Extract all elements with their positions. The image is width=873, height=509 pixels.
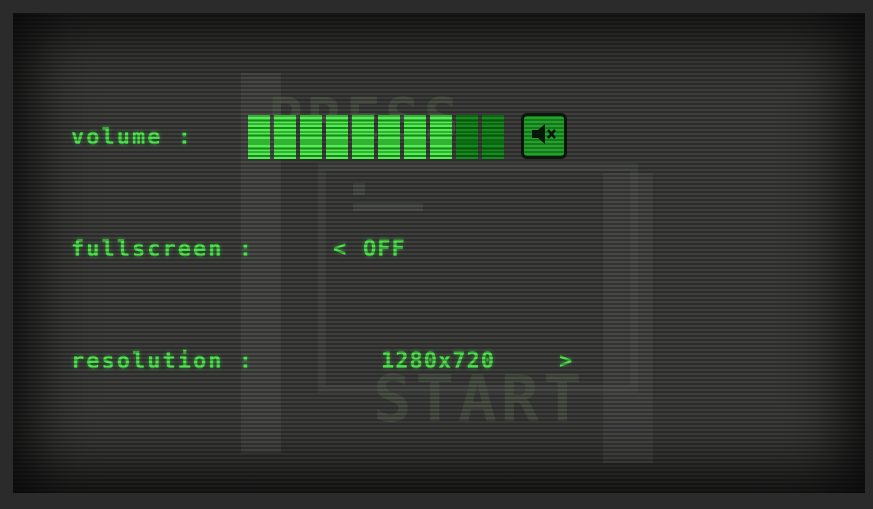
- volume-segment[interactable]: [430, 115, 452, 159]
- volume-segment[interactable]: [404, 115, 426, 159]
- mute-button[interactable]: [521, 113, 567, 159]
- resolution-label: resolution :: [71, 349, 254, 374]
- volume-segment[interactable]: [456, 115, 478, 159]
- speaker-mute-icon: [529, 121, 559, 151]
- volume-segment[interactable]: [248, 115, 270, 159]
- ghost-start-text: START: [373, 363, 586, 437]
- volume-label: volume :: [71, 125, 193, 150]
- resolution-value: 1280x720: [381, 349, 495, 374]
- fullscreen-left-arrow[interactable]: <: [333, 237, 346, 262]
- fullscreen-value: OFF: [363, 237, 406, 262]
- volume-segment[interactable]: [326, 115, 348, 159]
- volume-segment[interactable]: [352, 115, 374, 159]
- volume-slider[interactable]: [248, 115, 504, 159]
- resolution-right-arrow[interactable]: >: [559, 349, 572, 374]
- game-screen: PRESS START volume : fullscreen : < OFF …: [13, 13, 865, 493]
- volume-segment[interactable]: [482, 115, 504, 159]
- fullscreen-label: fullscreen :: [71, 237, 254, 262]
- volume-segment[interactable]: [274, 115, 296, 159]
- volume-segment[interactable]: [378, 115, 400, 159]
- volume-segment[interactable]: [300, 115, 322, 159]
